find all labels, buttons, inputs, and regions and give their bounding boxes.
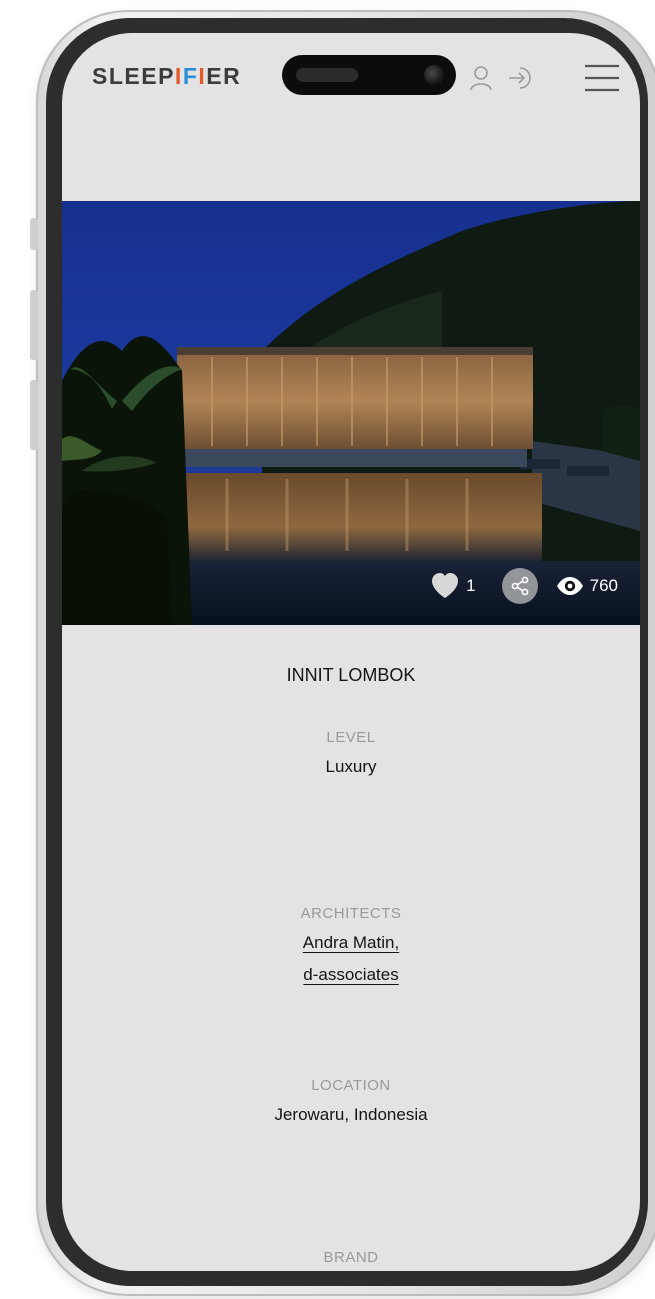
views-stat: 760 [556, 576, 618, 596]
phone-volume-down-button [30, 380, 38, 450]
architect-link-d-associates[interactable]: d-associates [62, 965, 640, 985]
login-icon[interactable] [506, 63, 536, 93]
hotel-hero-image[interactable]: 1 760 [62, 201, 640, 625]
likes-count: 1 [466, 576, 476, 595]
heart-icon[interactable] [430, 572, 460, 600]
share-button[interactable] [501, 568, 538, 604]
menu-icon[interactable] [582, 61, 622, 95]
phone-screen: SLEEPIFIER 1 760 INNIT LOMBOK LEVEL Luxu… [62, 33, 640, 1271]
architects-label: ARCHITECTS [300, 905, 402, 922]
sleepifier-logo[interactable]: SLEEPIFIER [92, 63, 241, 90]
location-value: Jerowaru, Indonesia [274, 1105, 428, 1124]
dynamic-island [282, 55, 456, 95]
hotel-photo-illustration [62, 201, 640, 625]
views-count: 760 [589, 576, 618, 595]
logo-text-3: F [182, 63, 199, 89]
architect-link-andra-matin[interactable]: Andra Matin, [62, 933, 640, 953]
phone-side-button [30, 218, 38, 250]
app-header: SLEEPIFIER [62, 33, 640, 123]
logo-text-2: I [174, 63, 183, 89]
hero-stats-bar: 1 760 [430, 567, 618, 605]
logo-text-5: ER [206, 63, 242, 89]
architect-name[interactable]: d-associates [303, 965, 398, 984]
architect-name[interactable]: Andra Matin, [303, 933, 399, 952]
logo-text-1: SLEEP [92, 63, 175, 89]
share-icon [511, 576, 529, 596]
brand-label: BRAND [323, 1249, 379, 1266]
level-value: Luxury [325, 757, 377, 776]
level-label: LEVEL [326, 729, 376, 746]
likes-stat[interactable]: 1 [430, 572, 476, 600]
phone-volume-up-button [30, 290, 38, 360]
hotel-name: INNIT LOMBOK [286, 665, 416, 685]
eye-icon [556, 577, 583, 595]
location-label: LOCATION [311, 1077, 391, 1094]
island-sensor [296, 68, 358, 82]
front-camera [424, 65, 444, 85]
page: SLEEPIFIER 1 760 INNIT LOMBOK LEVEL Luxu… [0, 0, 655, 1299]
user-icon[interactable] [466, 63, 496, 93]
